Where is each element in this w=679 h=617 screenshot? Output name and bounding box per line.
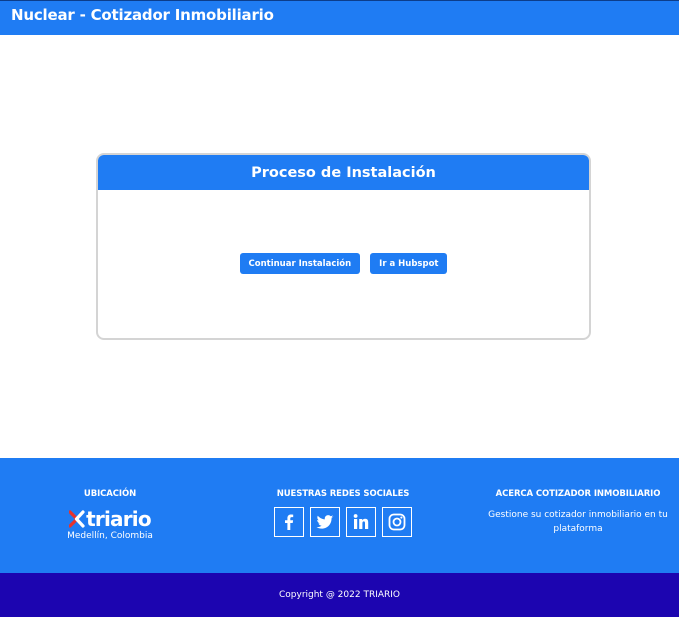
triario-logo-mark-icon xyxy=(69,510,85,528)
instagram-icon xyxy=(388,513,406,531)
continue-installation-button[interactable]: Continuar Instalación xyxy=(239,253,361,274)
footer: UBICACIÓN triario Medellín, Colombia NUE… xyxy=(0,458,679,573)
triario-logo: triario xyxy=(50,507,170,531)
app-title: Nuclear - Cotizador Inmobiliario xyxy=(11,6,274,24)
linkedin-icon xyxy=(353,514,369,529)
card-header: Proceso de Instalación xyxy=(98,155,589,190)
copyright-text: Copyright @ 2022 TRIARIO xyxy=(278,590,401,600)
footer-social: NUESTRAS REDES SOCIALES xyxy=(253,489,433,537)
footer-location: UBICACIÓN triario Medellín, Colombia xyxy=(50,489,170,541)
instagram-link[interactable] xyxy=(382,507,412,537)
social-heading: NUESTRAS REDES SOCIALES xyxy=(276,489,410,499)
twitter-icon xyxy=(316,515,334,529)
location-heading: UBICACIÓN xyxy=(83,489,137,499)
top-bar: Nuclear - Cotizador Inmobiliario xyxy=(0,0,679,35)
go-to-hubspot-button[interactable]: Ir a Hubspot xyxy=(370,253,448,274)
facebook-icon xyxy=(285,514,294,530)
installation-card: Proceso de Instalación Continuar Instala… xyxy=(96,153,591,340)
about-text: Gestione su cotizador inmobiliario en tu… xyxy=(488,510,668,534)
footer-about: ACERCA COTIZADOR INMOBILIARIO Gestione s… xyxy=(478,489,678,536)
facebook-link[interactable] xyxy=(274,507,304,537)
card-title: Proceso de Instalación xyxy=(251,164,436,181)
social-links xyxy=(253,507,433,537)
location-city: Medellín, Colombia xyxy=(67,531,153,541)
twitter-link[interactable] xyxy=(310,507,340,537)
about-heading: ACERCA COTIZADOR INMOBILIARIO xyxy=(495,489,661,499)
linkedin-link[interactable] xyxy=(346,507,376,537)
copyright-bar: Copyright @ 2022 TRIARIO xyxy=(0,573,679,617)
card-actions: Continuar Instalación Ir a Hubspot xyxy=(98,253,589,274)
logo-text: triario xyxy=(86,507,151,531)
